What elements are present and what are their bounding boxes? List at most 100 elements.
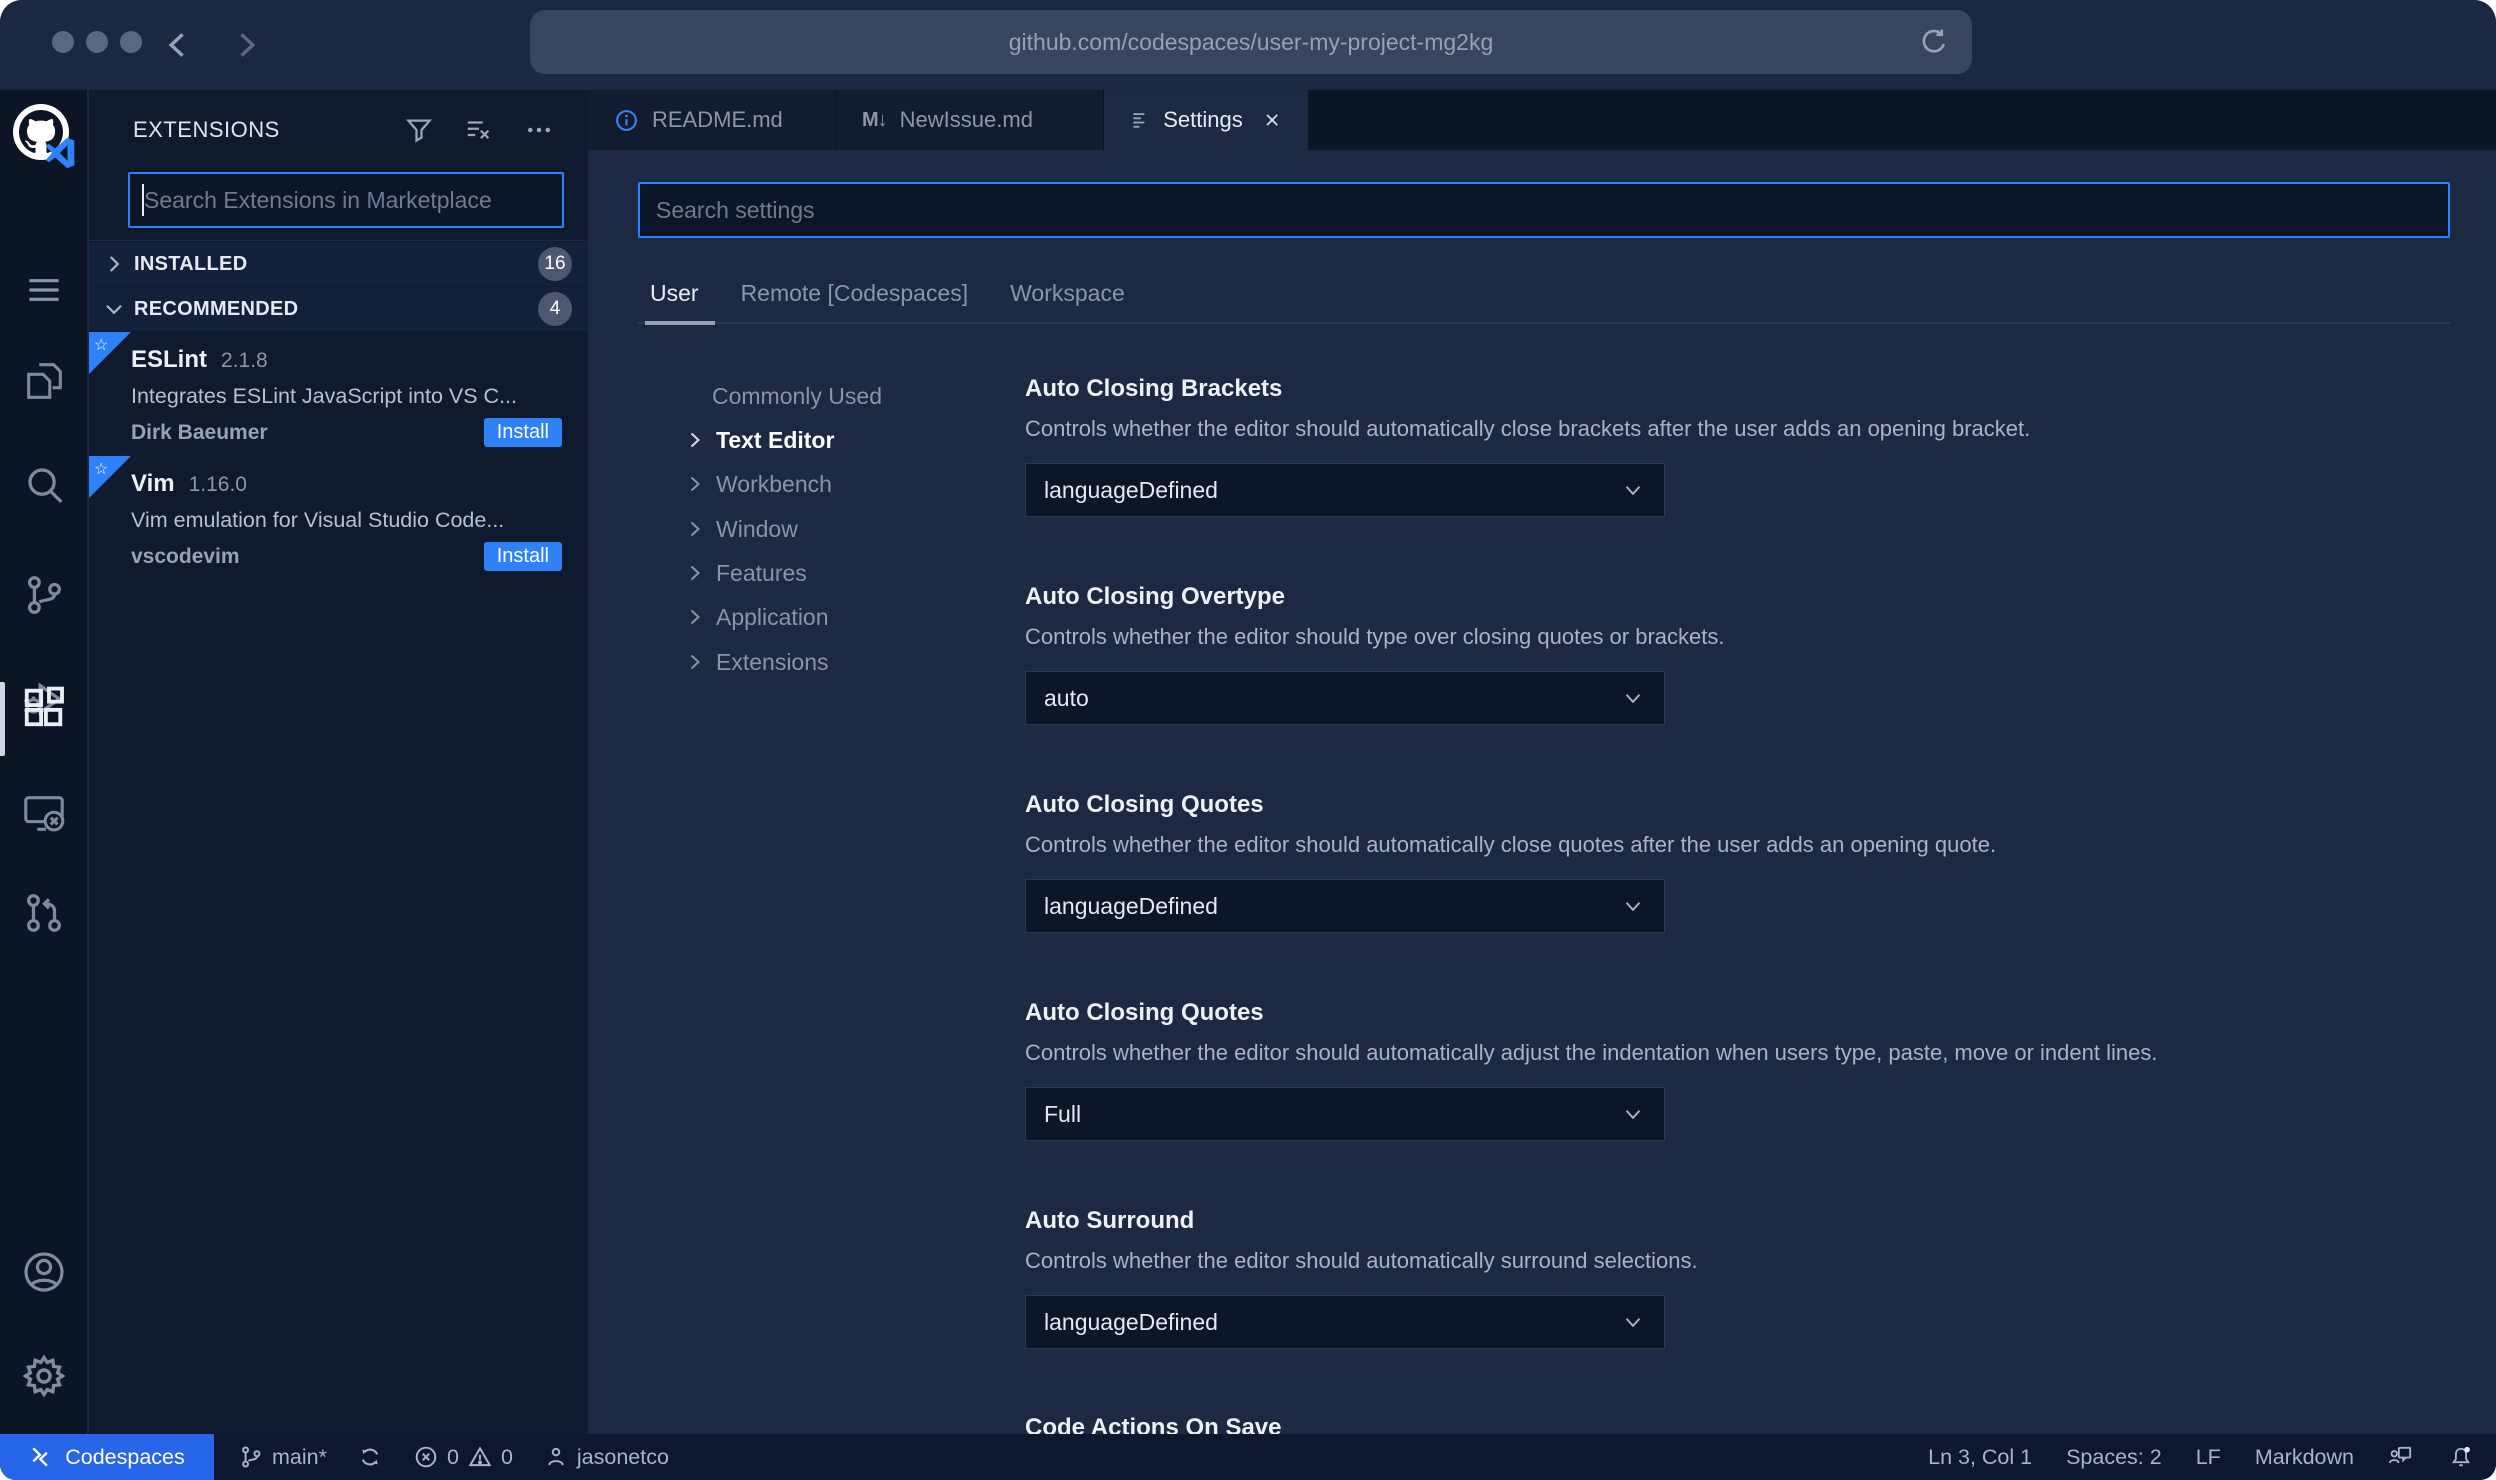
more-icon[interactable] xyxy=(524,113,558,147)
chevron-down-icon xyxy=(106,304,122,315)
chevron-down-icon xyxy=(1625,1110,1641,1120)
setting-description: Controls whether the editor should autom… xyxy=(1025,416,2031,441)
chevron-down-icon xyxy=(1625,902,1641,912)
section-installed[interactable]: INSTALLED 16 xyxy=(89,242,588,286)
codespaces-remote-button[interactable]: Codespaces xyxy=(0,1434,214,1480)
install-button[interactable]: Install xyxy=(483,418,562,447)
extensions-search-input[interactable] xyxy=(128,172,564,228)
settings-search-input[interactable] xyxy=(638,182,2450,238)
warning-icon xyxy=(468,1446,492,1467)
toc-commonly-used[interactable]: Commonly Used xyxy=(712,378,882,414)
toc-features[interactable]: Features xyxy=(683,555,807,591)
forward-icon[interactable] xyxy=(228,28,262,62)
setting-dropdown[interactable]: languageDefined xyxy=(1025,463,1665,517)
toc-window[interactable]: Window xyxy=(683,511,798,547)
chevron-down-icon xyxy=(1625,694,1641,704)
extension-item-eslint[interactable]: ☆ ESLint 2.1.8 Integrates ESLint JavaScr… xyxy=(89,332,588,454)
account-icon[interactable] xyxy=(0,1248,88,1296)
toc-text-editor[interactable]: Text Editor xyxy=(683,422,834,458)
tab-newissue[interactable]: M↓ NewIssue.md xyxy=(836,90,1104,150)
branch-status-item[interactable]: main* xyxy=(238,1444,327,1470)
setting-auto-closing-overtype: Auto Closing Overtype Controls whether t… xyxy=(1025,582,2450,725)
extensions-sidebar: EXTENSIONS INSTALLED 16 RECOMMENDED 4 ☆ … xyxy=(89,90,588,1434)
markdown-icon: M↓ xyxy=(862,108,888,131)
setting-title: Auto Closing Overtype xyxy=(1025,583,1286,610)
setting-auto-surround: Auto Surround Controls whether the edito… xyxy=(1025,1206,2450,1349)
close-icon[interactable] xyxy=(1262,109,1282,131)
chevron-down-icon xyxy=(1625,486,1641,496)
setting-dropdown[interactable]: Full xyxy=(1025,1087,1665,1141)
language-mode-item[interactable]: Markdown xyxy=(2255,1445,2354,1470)
menu-icon[interactable] xyxy=(0,270,88,310)
chevron-right-icon xyxy=(690,432,700,448)
section-recommended[interactable]: RECOMMENDED 4 xyxy=(89,287,588,331)
sidebar-header: EXTENSIONS xyxy=(89,90,588,170)
minimize-window-button[interactable] xyxy=(86,31,108,53)
tab-readme[interactable]: README.md xyxy=(588,90,836,150)
filter-icon[interactable] xyxy=(404,113,438,147)
toc-workbench[interactable]: Workbench xyxy=(683,466,832,502)
explorer-icon[interactable] xyxy=(0,358,88,404)
maximize-window-button[interactable] xyxy=(120,31,142,53)
setting-title: Auto Closing Brackets xyxy=(1025,375,1283,402)
star-icon: ☆ xyxy=(94,337,109,354)
reload-icon[interactable] xyxy=(1918,26,1950,58)
user-status-item[interactable]: jasonetco xyxy=(543,1444,669,1470)
setting-dropdown[interactable]: languageDefined xyxy=(1025,1295,1665,1349)
browser-chrome: github.com/codespaces/user-my-project-mg… xyxy=(0,0,2496,90)
url-text: github.com/codespaces/user-my-project-mg… xyxy=(1008,28,1494,55)
setting-dropdown[interactable]: languageDefined xyxy=(1025,879,1665,933)
installed-count-badge: 16 xyxy=(538,247,572,281)
remote-explorer-icon[interactable] xyxy=(0,790,88,836)
search-icon[interactable] xyxy=(0,462,88,508)
remote-indicator-icon xyxy=(32,1447,48,1467)
setting-section-title: Code Actions On Save xyxy=(1025,1414,1282,1434)
gear-icon[interactable] xyxy=(0,1352,88,1400)
sync-status-item[interactable] xyxy=(357,1444,383,1470)
github-codespaces-logo xyxy=(13,104,75,169)
bell-icon[interactable] xyxy=(2448,1444,2474,1470)
text-cursor xyxy=(142,184,144,216)
back-icon[interactable] xyxy=(162,28,196,62)
toc-application[interactable]: Application xyxy=(683,599,829,635)
setting-dropdown[interactable]: auto xyxy=(1025,671,1665,725)
close-window-button[interactable] xyxy=(52,31,74,53)
scope-tab-workspace[interactable]: Workspace xyxy=(1010,280,1125,307)
scope-tab-remote[interactable]: Remote [Codespaces] xyxy=(741,280,969,307)
extensions-icon[interactable] xyxy=(0,684,88,730)
scope-tab-user[interactable]: User xyxy=(650,280,699,307)
clear-list-icon[interactable] xyxy=(464,113,498,147)
setting-auto-closing-brackets: Auto Closing Brackets Controls whether t… xyxy=(1025,374,2450,517)
toc-extensions[interactable]: Extensions xyxy=(683,644,829,680)
setting-auto-closing-quotes: Auto Closing Quotes Controls whether the… xyxy=(1025,790,2450,933)
activity-bar xyxy=(0,90,88,1434)
problems-status-item[interactable]: 0 0 xyxy=(413,1444,513,1470)
app-window: github.com/codespaces/user-my-project-mg… xyxy=(0,0,2496,1480)
pull-request-icon[interactable] xyxy=(0,890,88,936)
chevron-right-icon xyxy=(690,476,700,492)
settings-editor: User Remote [Codespaces] Workspace Commo… xyxy=(588,150,2496,1434)
cursor-position-item[interactable]: Ln 3, Col 1 xyxy=(1928,1445,2032,1470)
setting-description: Controls whether the editor should type … xyxy=(1025,624,1725,649)
chevron-right-icon xyxy=(690,654,700,670)
active-view-indicator xyxy=(0,682,5,756)
source-control-icon[interactable] xyxy=(0,572,88,618)
editor-tab-bar: README.md M↓ NewIssue.md Settings xyxy=(588,90,2496,150)
url-bar[interactable]: github.com/codespaces/user-my-project-mg… xyxy=(530,10,1972,74)
chevron-right-icon xyxy=(109,256,120,272)
extension-item-vim[interactable]: ☆ Vim 1.16.0 Vim emulation for Visual St… xyxy=(89,456,588,578)
person-icon xyxy=(548,1447,564,1466)
feedback-icon[interactable] xyxy=(2388,1444,2414,1470)
settings-scope-tabs: User Remote [Codespaces] Workspace xyxy=(650,280,1125,307)
setting-description: Controls whether the editor should autom… xyxy=(1025,1040,2158,1065)
status-bar: Codespaces main* 0 0 jasonetco Ln 3, Col xyxy=(0,1434,2496,1480)
indentation-item[interactable]: Spaces: 2 xyxy=(2066,1445,2162,1470)
eol-item[interactable]: LF xyxy=(2196,1445,2221,1470)
setting-title: Auto Surround xyxy=(1025,1207,1195,1234)
install-button[interactable]: Install xyxy=(483,542,562,571)
info-icon xyxy=(616,109,637,131)
tab-settings[interactable]: Settings xyxy=(1104,90,1309,150)
sidebar-title: EXTENSIONS xyxy=(133,117,280,142)
chevron-right-icon xyxy=(690,609,700,625)
setting-title: Auto Closing Quotes xyxy=(1025,999,1264,1026)
